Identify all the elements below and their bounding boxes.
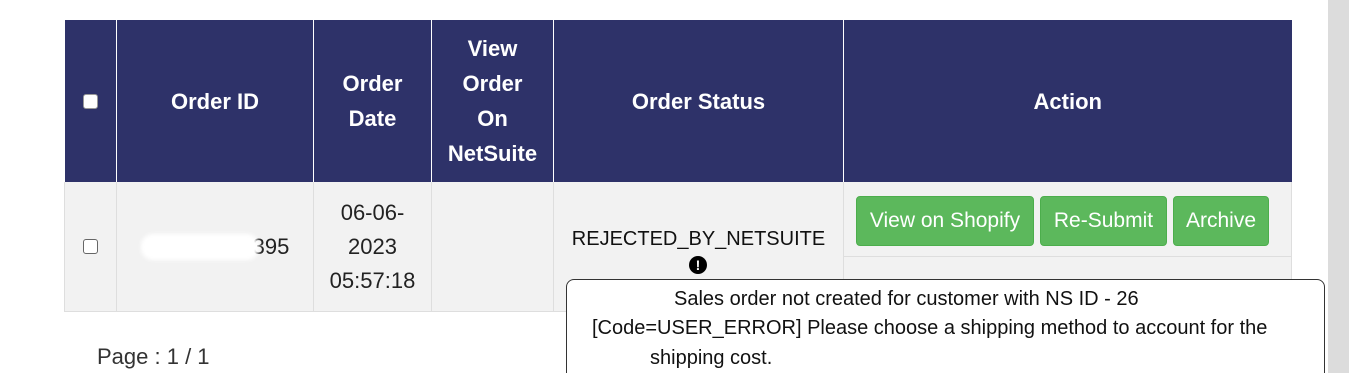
order-status-header: Order Status bbox=[553, 20, 844, 182]
order-date-header: Order Date bbox=[313, 20, 432, 182]
orders-table: Order ID Order Date View Order On NetSui… bbox=[64, 20, 1292, 312]
row-checkbox[interactable] bbox=[83, 238, 98, 254]
view-on-netsuite-cell bbox=[431, 182, 554, 312]
select-all-header bbox=[64, 20, 117, 182]
tooltip-line: Sales order not created for customer wit… bbox=[674, 288, 1139, 310]
order-date-cell: 06-06- 2023 05:57:18 bbox=[313, 182, 432, 312]
order-id-cell: 395 bbox=[116, 182, 314, 312]
row-select-cell bbox=[64, 182, 117, 312]
action-header: Action bbox=[843, 20, 1292, 182]
redacted-order-id bbox=[140, 234, 259, 261]
tooltip-line: shipping cost. bbox=[650, 347, 773, 369]
view-on-netsuite-header: View Order On NetSuite bbox=[431, 20, 554, 182]
order-id-header: Order ID bbox=[116, 20, 314, 182]
tooltip-line: [Code=USER_ERROR] Please choose a shippi… bbox=[592, 317, 1268, 339]
vertical-scrollbar[interactable] bbox=[1328, 0, 1349, 373]
action-buttons-group: View on Shopify Re-Submit Archive bbox=[844, 182, 1291, 257]
table-header-row: Order ID Order Date View Order On NetSui… bbox=[64, 20, 1292, 182]
archive-button[interactable]: Archive bbox=[1173, 196, 1269, 246]
exclamation-info-icon[interactable]: ! bbox=[689, 256, 707, 274]
order-status-text: REJECTED_BY_NETSUITE bbox=[571, 228, 826, 250]
view-on-shopify-button[interactable]: View on Shopify bbox=[856, 196, 1034, 246]
error-tooltip: Sales order not created for customer wit… bbox=[566, 279, 1325, 373]
resubmit-button[interactable]: Re-Submit bbox=[1040, 196, 1167, 246]
select-all-checkbox[interactable] bbox=[82, 93, 98, 109]
pagination-label: Page : 1 / 1 bbox=[97, 344, 210, 369]
